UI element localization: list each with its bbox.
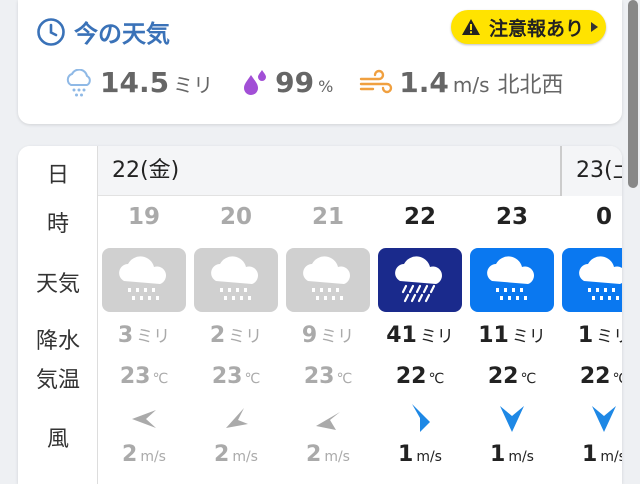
clock-icon — [37, 17, 65, 46]
precip-cell: 9 ミリ — [301, 323, 355, 348]
label-wind: 風 — [46, 427, 69, 452]
day-row: 22(金) 23(土 — [98, 146, 622, 196]
precip-unit: ミリ — [173, 73, 214, 97]
rain-cloud-icon — [286, 248, 370, 312]
current-weather-title-text: 今の天気 — [74, 20, 170, 48]
wind-arrow-icon — [226, 408, 248, 428]
wind-speed-cell: 2 m/s — [214, 442, 258, 467]
precip-cell: 3 ミリ — [117, 323, 171, 348]
wind-icon — [360, 69, 393, 93]
hour-column: 19 3 ミリ 23 ℃ 2 m/s — [98, 196, 190, 484]
precip-value: 14.5 — [100, 66, 170, 99]
wind-arrow-icon — [132, 410, 156, 428]
wind-speed-cell: 2 m/s — [306, 442, 350, 467]
hour-label: 20 — [219, 204, 252, 230]
row-labels: 日 時 天気 降水 気温 風 — [18, 146, 98, 484]
label-temp: 気温 — [35, 368, 80, 393]
wind-speed-cell: 2 m/s — [122, 442, 166, 467]
precip-cell: 1 ミリ — [577, 323, 622, 348]
wind-speed-cell: 1m/s — [398, 442, 442, 467]
label-weather: 天気 — [35, 272, 80, 297]
hourly-forecast-table[interactable]: 日 時 天気 降水 気温 風 22(金) 23(土 19 3ミリ 23℃ 2m/… — [18, 146, 622, 484]
rain-cloud-icon — [102, 248, 186, 312]
rain-icon — [66, 68, 91, 96]
precip-cell: 2 ミリ — [209, 323, 263, 348]
hour-label: 21 — [311, 204, 344, 230]
wind-arrow-icon — [316, 412, 340, 430]
humidity-value: 99 — [275, 66, 315, 99]
hour-column: 0 1ミリ 22℃ 1m/s — [558, 196, 622, 484]
wind-arrow-icon — [412, 404, 430, 432]
current-weather-card: 今の天気 注意報あり 14.5 ミリ 99 % 1.4 m/s 北北西 — [18, 0, 622, 124]
rain-cloud-icon — [470, 248, 554, 312]
label-hour: 時 — [46, 212, 69, 237]
temp-cell: 22 ℃ — [487, 364, 537, 389]
chevron-right-icon — [591, 22, 598, 32]
wind-value: 1.4 — [399, 66, 449, 99]
wind-speed-cell: 1m/s — [490, 442, 534, 467]
wind-arrow-icon — [592, 406, 616, 432]
day-cell-next: 23(土 — [560, 146, 622, 196]
hour-label: 22 — [403, 204, 436, 230]
wind-arrow-icon — [500, 406, 524, 432]
label-precip: 降水 — [35, 329, 80, 354]
heavy-rain-cloud-icon — [378, 248, 462, 312]
hour-column: 21 9 ミリ 23 ℃ 2 m/s — [282, 196, 374, 484]
hour-column: 22 41 ミリ 22 ℃ 1 m/s — [374, 196, 466, 484]
humidity-drops-icon — [244, 69, 267, 95]
wind-speed-cell: 1m/s — [582, 442, 622, 467]
scrollbar[interactable] — [628, 0, 638, 188]
precip-cell: 11 ミリ — [478, 323, 546, 348]
alert-button[interactable]: 注意報あり — [450, 10, 606, 44]
current-stats: 14.5 ミリ 99 % 1.4 m/s 北北西 — [64, 66, 590, 99]
warning-icon — [461, 19, 480, 35]
hour-label: 23 — [495, 204, 528, 230]
hour-column: 23 11 ミリ 22 ℃ 1 m/s — [466, 196, 558, 484]
hour-column: 20 2 ミリ 23 ℃ 2 m/s — [190, 196, 282, 484]
precip-cell: 41 ミリ — [386, 323, 454, 348]
precip-stat: 14.5 ミリ — [64, 66, 213, 99]
humidity-unit: % — [318, 77, 334, 96]
rain-cloud-icon — [562, 248, 622, 312]
temp-cell: 23 ℃ — [119, 364, 169, 389]
alert-label: 注意報あり — [488, 17, 584, 40]
hour-label: 19 — [127, 204, 160, 230]
wind-unit: m/s — [452, 73, 490, 97]
current-weather-title: 今の天気 — [36, 14, 170, 49]
temp-cell: 22 ℃ — [395, 364, 445, 389]
hour-label: 0 — [595, 204, 612, 230]
temp-cell: 23 ℃ — [211, 364, 261, 389]
wind-stat: 1.4 m/s 北北西 — [359, 66, 564, 99]
temp-cell: 22 ℃ — [579, 364, 622, 389]
rain-cloud-icon — [194, 248, 278, 312]
temp-cell: 23 ℃ — [303, 364, 353, 389]
hourly-columns: 19 3ミリ 23℃ 2m/s 20 2ミリ 23℃ 2m/s 21 — [98, 196, 622, 484]
label-day: 日 — [46, 163, 69, 188]
wind-direction: 北北西 — [497, 73, 564, 98]
humidity-stat: 99 % — [239, 66, 333, 99]
day-cell: 22(金) — [112, 158, 180, 183]
